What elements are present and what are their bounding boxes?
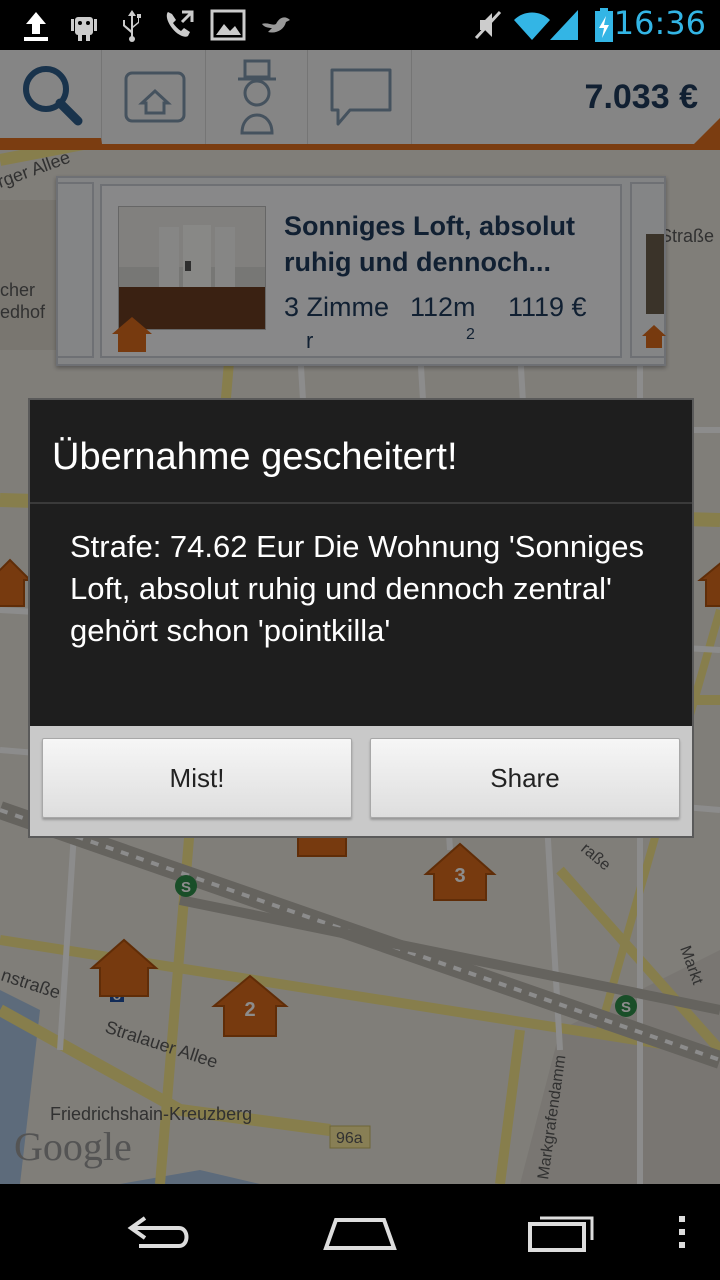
- dialog-title: Übernahme gescheitert!: [52, 436, 458, 478]
- share-button[interactable]: Share: [370, 738, 680, 818]
- clock: 16:36: [613, 4, 706, 42]
- recent-apps-button[interactable]: [520, 1204, 604, 1260]
- back-button[interactable]: [118, 1204, 202, 1260]
- android-debug-icon: [68, 8, 100, 42]
- dialog-button-bar: Mist! Share: [30, 726, 692, 836]
- recent-apps-icon: [528, 1216, 594, 1252]
- mist-button[interactable]: Mist!: [42, 738, 352, 818]
- usb-icon: [116, 8, 148, 42]
- alert-dialog: Übernahme gescheitert! Strafe: 74.62 Eur…: [28, 398, 694, 838]
- navigation-bar: [0, 1184, 720, 1280]
- mute-icon: [472, 8, 504, 42]
- dialog-divider: [30, 502, 692, 504]
- wifi-icon: [512, 8, 552, 42]
- overflow-menu-button[interactable]: [664, 1204, 700, 1260]
- home-button[interactable]: [318, 1204, 402, 1260]
- home-icon: [323, 1218, 397, 1250]
- bird-notification-icon: [260, 8, 292, 42]
- status-bar: 16:36: [0, 0, 720, 50]
- dialog-message: Strafe: 74.62 Eur Die Wohnung 'Sonniges …: [70, 529, 645, 648]
- battery-charging-icon: [592, 8, 616, 42]
- upload-icon: [20, 8, 52, 42]
- signal-icon: [548, 8, 580, 42]
- back-icon: [127, 1216, 189, 1248]
- overflow-menu-icon: [679, 1216, 685, 1248]
- gallery-icon: [210, 8, 246, 42]
- call-forward-icon: [162, 8, 196, 42]
